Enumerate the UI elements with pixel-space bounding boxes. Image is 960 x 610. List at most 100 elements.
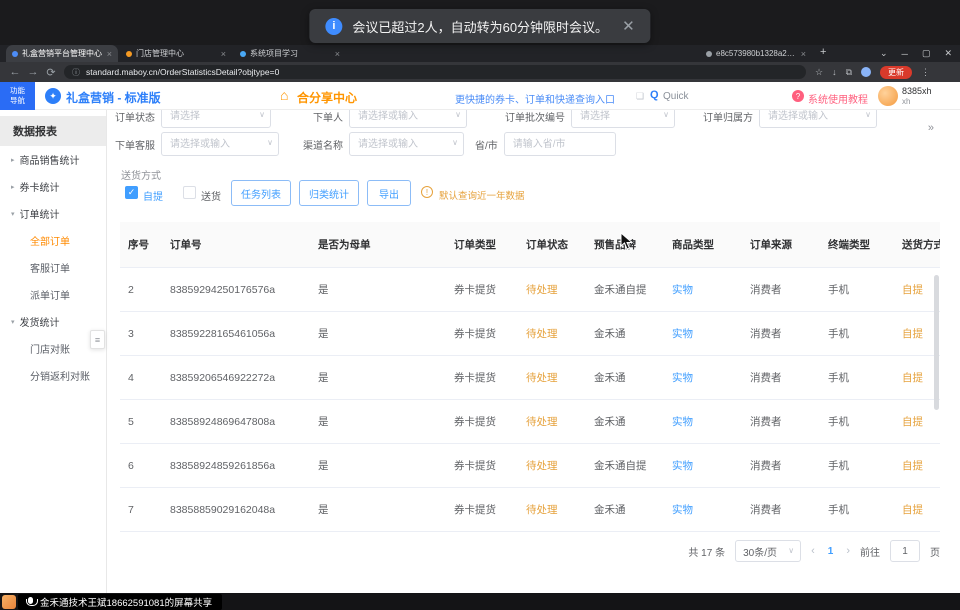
tab-close-icon[interactable]: × [801,49,806,59]
category-stats-button[interactable]: 归类统计 [299,180,359,206]
total-count: 共 17 条 [688,544,725,559]
order-batch-input[interactable] [571,110,675,128]
product-type-link[interactable]: 实物 [664,502,742,517]
sidebar-item-product-sales[interactable]: ▸ 商品销售统计 [0,146,106,173]
table-row: 7 83858859029162048a 是 券卡提货 待处理 金禾通 实物 消… [120,488,940,532]
new-tab-icon[interactable]: + [820,46,826,58]
browser-addressbar: ← → ⟳ ⓘ standard.maboy.cn/OrderStatistic… [0,62,960,82]
sidebar-item-coupon-stats[interactable]: ▸ 券卡统计 [0,173,106,200]
current-page[interactable]: 1 [825,546,837,557]
toast-message: 会议已超过2人，自动转为60分钟限时会议。 [352,17,608,36]
col-header: 订单类型 [446,237,518,252]
extensions-icon[interactable]: ⧉ [846,67,852,78]
page-unit-label: 页 [930,544,940,559]
meeting-toast: i 会议已超过2人，自动转为60分钟限时会议。 ✕ [309,9,650,43]
order-status-select[interactable]: ∨ [161,110,271,128]
orderer-select[interactable]: ∨ [349,110,467,128]
sidebar-item-service-orders[interactable]: 客服订单 [0,254,106,281]
microphone-icon [28,597,33,604]
close-window-icon[interactable]: ✕ [944,48,952,59]
more-menu-icon[interactable]: ⋮ [921,67,930,78]
pickup-checkbox-label[interactable]: 自提 [143,188,163,203]
app-page: 功能 导航 ✦ 礼盒营销 - 标准版 ⌂ 合分享中心 更快捷的券卡、订单和快递查… [0,82,960,593]
task-list-button[interactable]: 任务列表 [231,180,291,206]
delivery-method-label: 送货方式 [121,167,161,182]
refresh-icon[interactable]: ⟳ [42,66,60,79]
bookmark-star-icon[interactable]: ☆ [815,67,823,78]
user-avatar[interactable] [878,86,898,106]
page-size-select[interactable]: 30条/页 ∨ [735,540,801,562]
quick-label[interactable]: Quick [663,91,689,102]
share-center-link[interactable]: 合分享中心 [297,89,357,106]
col-header: 是否为母单 [310,237,446,252]
maximize-icon[interactable]: ▢ [922,48,931,59]
url-input[interactable]: ⓘ standard.maboy.cn/OrderStatisticsDetai… [64,65,806,79]
collapse-filters-icon[interactable]: » [928,122,934,134]
filter-group: 下单人 ∨ [313,110,467,128]
browser-tab-2[interactable]: 门店管理中心 × [120,45,232,62]
forward-icon[interactable]: → [24,66,42,78]
filter-label: 下单人 [313,110,343,124]
delivery-checkbox-label[interactable]: 送货 [201,188,221,203]
minimize-icon[interactable]: ─ [902,49,908,59]
product-type-link[interactable]: 实物 [664,458,742,473]
filter-group: 下单客服 ∨ [115,132,279,156]
close-icon[interactable]: ✕ [622,17,635,35]
tab-close-icon[interactable]: × [335,49,340,59]
delivery-checkbox[interactable] [183,186,196,199]
tab-close-icon[interactable]: × [107,49,112,59]
pickup-checkbox[interactable]: ✓ [125,186,138,199]
table-scrollbar[interactable] [934,275,939,410]
goto-page-input[interactable] [890,540,920,562]
profile-icon[interactable] [861,67,871,77]
channel-name-input[interactable] [349,132,464,156]
function-nav-toggle[interactable]: 功能 导航 [0,82,35,110]
next-page-icon[interactable]: › [846,545,850,557]
update-button[interactable]: 更新 [880,66,912,79]
filter-label: 下单客服 [115,137,155,152]
province-city-field[interactable] [504,132,616,156]
browser-tab-1[interactable]: 礼盒营销平台管理中心 × [6,45,118,62]
app-logo-icon: ✦ [45,88,61,104]
col-header: 商品类型 [664,237,742,252]
sidebar-item-dispatch-orders[interactable]: 派单订单 [0,281,106,308]
filter-label: 订单状态 [115,110,155,124]
col-header: 序号 [120,237,162,252]
quick-entry-link[interactable]: 更快捷的券卡、订单和快递查询入口 [455,91,615,106]
filter-label: 渠道名称 [303,137,343,152]
orderer-input[interactable] [349,110,467,128]
url-text: standard.maboy.cn/OrderStatisticsDetail?… [86,67,279,77]
tutorial-link[interactable]: 系统使用教程 [808,91,868,106]
browser-tab-4[interactable]: e8c573980b1328a258fd2e6 × [700,45,812,62]
product-type-link[interactable]: 实物 [664,326,742,341]
product-type-link[interactable]: 实物 [664,370,742,385]
province-city-input[interactable] [504,132,616,156]
service-agent-input[interactable] [161,132,279,156]
tab-search-icon[interactable]: ⌄ [880,48,888,59]
prev-page-icon[interactable]: ‹ [811,545,815,557]
browser-tabbar: 礼盒营销平台管理中心 × 门店管理中心 × 系统项目学习 × e8c573980… [0,45,960,62]
site-info-icon[interactable]: ⓘ [72,67,80,78]
download-icon[interactable]: ↓ [832,67,837,77]
browser-tab-3[interactable]: 系统项目学习 × [234,45,346,62]
tip-icon: ! [421,186,433,198]
quick-search-icon[interactable]: Q [650,89,659,101]
chevron-down-icon: ▾ [11,210,15,218]
order-owner-select[interactable]: ∨ [759,110,877,128]
order-owner-input[interactable] [759,110,877,128]
service-agent-select[interactable]: ∨ [161,132,279,156]
sidebar-item-order-stats[interactable]: ▾ 订单统计 [0,200,106,227]
sidebar-drag-handle[interactable]: ≡ [90,330,105,349]
tab-close-icon[interactable]: × [221,49,226,59]
sidebar-item-rebate-reconciliation[interactable]: 分销返利对账 [0,362,106,389]
channel-name-select[interactable]: ∨ [349,132,464,156]
back-icon[interactable]: ← [6,66,24,78]
table-header-row: 序号 订单号 是否为母单 订单类型 订单状态 预售品牌 商品类型 订单来源 终端… [120,222,940,268]
export-button[interactable]: 导出 [367,180,411,206]
nav-toggle-line2: 导航 [10,96,25,106]
product-type-link[interactable]: 实物 [664,282,742,297]
order-status-input[interactable] [161,110,271,128]
order-batch-select[interactable]: ∨ [571,110,675,128]
sidebar-item-all-orders[interactable]: 全部订单 [0,227,106,254]
product-type-link[interactable]: 实物 [664,414,742,429]
